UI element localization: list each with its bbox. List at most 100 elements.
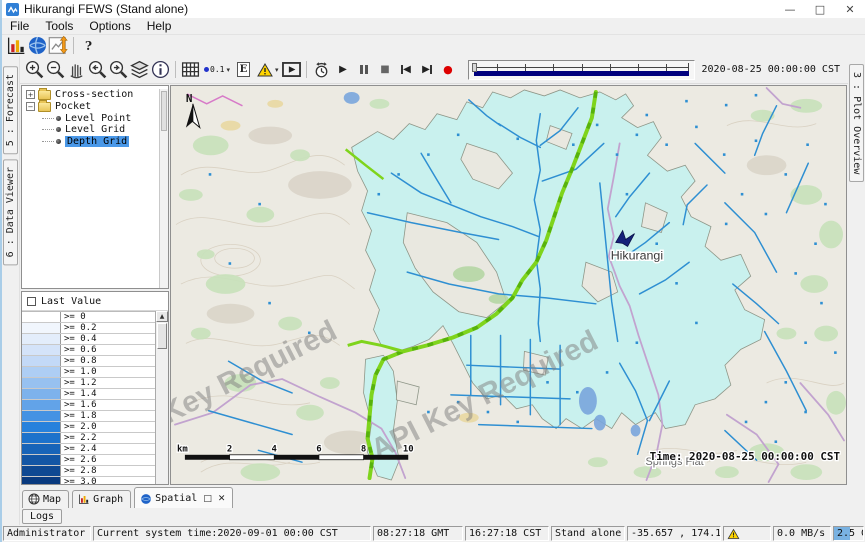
tab-data-viewer[interactable]: 6 : Data Viewer (3, 159, 18, 265)
threshold-dot-icon (204, 67, 209, 72)
menu-options[interactable]: Options (81, 19, 138, 33)
movie-player-icon[interactable] (281, 59, 302, 80)
bar-chart-icon (78, 493, 90, 505)
map-canvas[interactable]: API Key Required API Key Required Hikura… (171, 86, 846, 484)
legend-swatch (22, 400, 60, 410)
timeseries-display-icon[interactable] (48, 35, 69, 56)
timeline-handle[interactable] (472, 63, 477, 72)
legend-row[interactable]: >= 3.0 (22, 477, 155, 485)
zoom-in-icon[interactable] (24, 59, 45, 80)
tab-graph[interactable]: Graph (72, 490, 131, 508)
play-button[interactable]: ▶ (332, 59, 353, 80)
tree-item-level-point[interactable]: Level Point (42, 112, 159, 124)
tree-item-depth-grid[interactable]: Depth Grid (42, 136, 159, 148)
globe-icon (140, 493, 152, 505)
map-view[interactable]: API Key Required API Key Required Hikura… (170, 85, 847, 485)
svg-text:4: 4 (272, 444, 277, 454)
layer-tree: + Cross-section − Pocket (21, 85, 169, 289)
tab-spatial[interactable]: Spatial □ ✕ (134, 487, 233, 508)
right-tab-strip: 3 : Plot Overview (848, 56, 865, 525)
legend-row[interactable]: >= 0 (22, 312, 155, 323)
legend-row[interactable]: >= 0.6 (22, 345, 155, 356)
chevron-down-icon: ▾ (226, 66, 230, 74)
timeline-progress-bar (474, 71, 688, 76)
node-bullet-icon (56, 116, 61, 121)
svg-text:6: 6 (316, 444, 321, 454)
scrollbar-thumb[interactable] (157, 323, 167, 349)
tree-item-level-grid[interactable]: Level Grid (42, 124, 159, 136)
database-display-icon[interactable] (6, 35, 27, 56)
node-bullet-icon (56, 127, 61, 132)
zoom-previous-icon[interactable] (87, 59, 108, 80)
town-label: Hikurangi (611, 248, 663, 262)
status-gmt-time: 08:27:18 GMT (373, 526, 463, 541)
tab-close-icon[interactable]: ✕ (218, 494, 226, 504)
legend-row[interactable]: >= 1.0 (22, 367, 155, 378)
maximize-button[interactable]: □ (805, 0, 835, 18)
previous-frame-button[interactable]: ◀ (395, 59, 416, 80)
legend-row[interactable]: >= 1.2 (22, 378, 155, 389)
adjust-time-icon[interactable] (311, 59, 332, 80)
threshold-dropdown[interactable]: 0.1 ▾ (201, 59, 233, 80)
scroll-up-icon[interactable]: ▲ (156, 311, 168, 322)
stop-button[interactable]: ■ (374, 59, 395, 80)
help-icon[interactable]: ? (78, 35, 99, 56)
status-coordinates: -35.657 , 174.199 (627, 526, 721, 541)
tab-forecast[interactable]: 5 : Forecast (3, 66, 18, 154)
bottom-tab-bar: Map Graph Spatial □ ✕ (20, 486, 848, 508)
time-slider[interactable] (468, 60, 694, 80)
pan-hand-icon[interactable] (66, 59, 87, 80)
tab-map[interactable]: Map (22, 490, 69, 508)
legend-row[interactable]: >= 0.8 (22, 356, 155, 367)
legend-rows: >= 0 >= 0.2 >= 0.4 >= 0.6 >= 0.8 >= 1.0 … (22, 311, 155, 485)
legend-row[interactable]: >= 1.6 (22, 400, 155, 411)
tree-item-pocket[interactable]: − Pocket (26, 101, 159, 113)
minimize-button[interactable]: — (775, 0, 805, 18)
svg-text:8: 8 (361, 444, 366, 454)
record-button[interactable]: ● (437, 59, 458, 80)
tab-plot-overview[interactable]: 3 : Plot Overview (849, 64, 864, 182)
last-value-checkbox[interactable] (27, 297, 36, 306)
legend-row[interactable]: >= 2.4 (22, 444, 155, 455)
status-local-time: 16:27:18 CST (465, 526, 549, 541)
pause-button[interactable] (353, 59, 374, 80)
legend-row[interactable]: >= 1.8 (22, 411, 155, 422)
legend-row[interactable]: >= 0.2 (22, 323, 155, 334)
close-button[interactable]: ✕ (835, 0, 865, 18)
zoom-out-icon[interactable] (45, 59, 66, 80)
legend-swatch (22, 378, 60, 388)
legend-swatch (22, 455, 60, 465)
status-download-speed: 0.0 MB/s (773, 526, 831, 541)
next-frame-button[interactable]: ▶ (416, 59, 437, 80)
zoom-next-icon[interactable] (108, 59, 129, 80)
info-icon[interactable] (150, 59, 171, 80)
layers-icon[interactable] (129, 59, 150, 80)
tab-maximize-icon[interactable]: □ (203, 494, 212, 504)
legend-scrollbar[interactable]: ▲ ▼ (155, 311, 168, 485)
menu-tools[interactable]: Tools (37, 19, 81, 33)
tree-scrollbar[interactable] (159, 89, 168, 288)
legend-swatch (22, 323, 60, 333)
status-warning[interactable] (723, 526, 771, 541)
logs-button[interactable]: Logs (22, 509, 62, 524)
warning-dropdown[interactable]: ▾ (254, 59, 282, 80)
legend-panel: Last Value >= 0 >= 0.2 >= 0.4 >= 0.6 >= … (21, 291, 169, 485)
left-tab-strip: 5 : Forecast 6 : Data Viewer (2, 56, 20, 525)
spatial-display-icon[interactable] (27, 35, 48, 56)
legend-row[interactable]: >= 2.2 (22, 433, 155, 444)
menu-bar: File Tools Options Help (2, 18, 865, 35)
app-window: Hikurangi FEWS (Stand alone) — □ ✕ File … (0, 0, 865, 542)
legend-row[interactable]: >= 2.0 (22, 422, 155, 433)
legend-row[interactable]: >= 0.4 (22, 334, 155, 345)
grid-icon[interactable] (180, 59, 201, 80)
menu-file[interactable]: File (2, 19, 37, 33)
globe-wireframe-icon (28, 493, 40, 505)
legend-toggle-icon[interactable]: E (233, 59, 254, 80)
status-memory: 2.5 GB (833, 526, 864, 541)
menu-help[interactable]: Help (139, 19, 180, 33)
collapse-icon[interactable]: − (26, 102, 35, 111)
expand-icon[interactable]: + (26, 90, 35, 99)
legend-row[interactable]: >= 1.4 (22, 389, 155, 400)
legend-row[interactable]: >= 2.6 (22, 455, 155, 466)
legend-row[interactable]: >= 2.8 (22, 466, 155, 477)
